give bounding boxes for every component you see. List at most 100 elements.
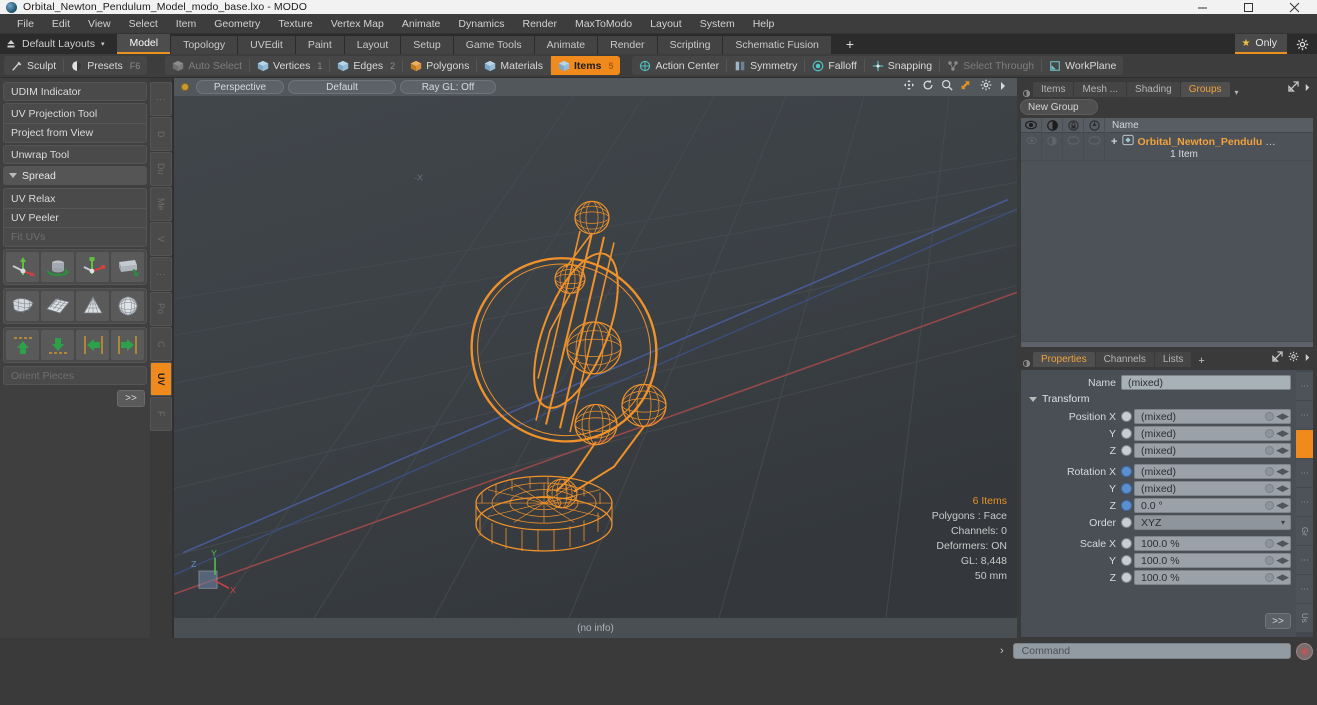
right-vtab-⋮-0[interactable]: ⋮ [1296, 372, 1313, 400]
property-spinner[interactable]: ◀▶ [1276, 445, 1289, 456]
menu-item-animate[interactable]: Animate [393, 14, 450, 34]
property-value-field[interactable]: 100.0 % ◀▶ [1134, 553, 1291, 568]
property-value-field[interactable]: (mixed) ◀▶ [1134, 443, 1291, 458]
table-row[interactable]: + Orbital_Newton_Pendulu … 1 Item [1021, 133, 1313, 161]
chevron-down-icon[interactable]: ▾ [101, 40, 105, 48]
chevron-down-icon[interactable]: ▾ [1231, 88, 1243, 97]
menu-item-item[interactable]: Item [167, 14, 205, 34]
menu-item-file[interactable]: File [8, 14, 43, 34]
right-vtab-⋮-1[interactable]: ⋮ [1296, 401, 1313, 429]
expand-icon[interactable] [1272, 349, 1283, 367]
left-vtab-Po-6[interactable]: Po [150, 292, 172, 326]
spread-section-header[interactable]: Spread [3, 166, 147, 185]
flip-book-icon[interactable] [111, 252, 144, 282]
layout-tab-topology[interactable]: Topology [171, 36, 238, 54]
tab-shading[interactable]: Shading [1127, 82, 1180, 97]
unwrap-tool-button[interactable]: Unwrap Tool [3, 145, 147, 164]
property-dot[interactable] [1265, 539, 1274, 548]
project-from-view-button[interactable]: Project from View [4, 123, 146, 142]
row-render-toggle[interactable] [1042, 133, 1063, 161]
properties-more-button[interactable]: >> [1265, 613, 1291, 629]
tab-items[interactable]: Items [1033, 82, 1074, 97]
layout-tab-setup[interactable]: Setup [401, 36, 453, 54]
right-vtab-Gr-5[interactable]: Gr [1296, 517, 1313, 545]
toggle-falloff[interactable]: Falloff [805, 56, 863, 75]
tab-channels[interactable]: Channels [1095, 352, 1154, 367]
property-value-field[interactable]: 0.0 ° ◀▶ [1134, 498, 1291, 513]
uv-projection-tool-button[interactable]: UV Projection Tool [4, 104, 146, 123]
selection-mode-auto-select[interactable]: Auto Select [165, 56, 249, 75]
left-vtab-Du-2[interactable]: Du [150, 152, 172, 186]
mesh-shell-icon[interactable] [6, 291, 39, 321]
uv-peeler-button[interactable]: UV Peeler [4, 208, 146, 227]
shading-dropdown[interactable]: Default [288, 80, 396, 94]
align-left-icon[interactable] [76, 330, 109, 360]
menu-item-render[interactable]: Render [514, 14, 566, 34]
left-vtab-V-4[interactable]: V [150, 222, 172, 256]
menu-item-texture[interactable]: Texture [269, 14, 321, 34]
chevron-down-icon[interactable]: ▾ [1281, 518, 1285, 527]
property-dot[interactable] [1265, 467, 1274, 476]
property-spinner[interactable]: ◀▶ [1276, 555, 1289, 566]
add-layout-button[interactable]: + [832, 35, 868, 53]
left-vtab-D-1[interactable]: D [150, 117, 172, 151]
add-tab-button[interactable]: + [1192, 355, 1210, 367]
menu-item-edit[interactable]: Edit [43, 14, 79, 34]
command-input[interactable]: Command [1012, 643, 1291, 659]
layout-tab-render[interactable]: Render [598, 36, 657, 54]
property-radio[interactable] [1121, 466, 1132, 477]
minimize-button[interactable] [1179, 0, 1225, 14]
menu-item-system[interactable]: System [691, 14, 744, 34]
fit-icon[interactable] [960, 78, 973, 96]
right-vtab-⋮-4[interactable]: ⋮ [1296, 488, 1313, 516]
move-axis-icon[interactable] [6, 252, 39, 282]
row-lock-toggle[interactable] [1063, 133, 1084, 161]
chevron-right-icon[interactable] [1304, 79, 1311, 97]
left-panel-more-button[interactable]: >> [117, 390, 145, 407]
visibility-icon[interactable] [1021, 117, 1042, 133]
zoom-icon[interactable] [941, 78, 953, 96]
property-spinner[interactable]: ◀▶ [1276, 500, 1289, 511]
tree-footer-scroll[interactable] [1021, 341, 1313, 347]
right-vtab-⋮-6[interactable]: ⋮ [1296, 546, 1313, 574]
layout-tab-uvedit[interactable]: UVEdit [238, 36, 295, 54]
expand-icon[interactable] [1288, 79, 1299, 97]
only-toggle[interactable]: ★ Only [1235, 34, 1287, 54]
property-spinner[interactable]: ◀▶ [1276, 572, 1289, 583]
property-value-field[interactable]: (mixed) ◀▶ [1134, 481, 1291, 496]
view-mode-dropdown[interactable]: Perspective [196, 80, 284, 94]
left-vtab-Me-3[interactable]: Me [150, 187, 172, 221]
right-vtab-⋮-3[interactable]: ⋮ [1296, 459, 1313, 487]
rotate-icon[interactable] [922, 78, 934, 96]
rotate-cylinder-icon[interactable] [41, 252, 74, 282]
tree-empty-area[interactable] [1021, 161, 1313, 341]
maximize-button[interactable] [1225, 0, 1271, 14]
left-vtab-C-7[interactable]: C [150, 327, 172, 361]
menu-item-view[interactable]: View [79, 14, 120, 34]
toggle-action-center[interactable]: Action Center [632, 56, 726, 75]
property-value-field[interactable]: (mixed) ◀▶ [1134, 426, 1291, 441]
left-vtab-⋮-5[interactable]: ⋮ [150, 257, 172, 291]
tab-mesh[interactable]: Mesh ... [1074, 82, 1127, 97]
property-spinner[interactable]: ◀▶ [1276, 411, 1289, 422]
tool-sculpt[interactable]: Sculpt [4, 56, 63, 75]
ray-gl-dropdown[interactable]: Ray GL: Off [400, 80, 496, 94]
left-vtab-⋮-0[interactable]: ⋮ [150, 82, 172, 116]
tab-lists[interactable]: Lists [1154, 352, 1192, 367]
property-dot[interactable] [1265, 446, 1274, 455]
menu-item-help[interactable]: Help [744, 14, 784, 34]
menu-item-dynamics[interactable]: Dynamics [449, 14, 513, 34]
mesh-grid-icon[interactable] [41, 291, 74, 321]
name-field[interactable]: (mixed) [1121, 375, 1291, 390]
gear-icon[interactable] [980, 78, 992, 96]
property-radio[interactable] [1121, 500, 1132, 511]
wireframe-icon[interactable] [1084, 117, 1105, 133]
property-radio[interactable] [1121, 572, 1132, 583]
uv-relax-button[interactable]: UV Relax [4, 189, 146, 208]
property-dot[interactable] [1265, 484, 1274, 493]
menu-item-geometry[interactable]: Geometry [205, 14, 269, 34]
selection-mode-items[interactable]: Items 5 [551, 56, 621, 75]
upload-icon[interactable] [0, 38, 22, 50]
align-right-icon[interactable] [111, 330, 144, 360]
chevron-right-icon[interactable] [1304, 349, 1311, 367]
